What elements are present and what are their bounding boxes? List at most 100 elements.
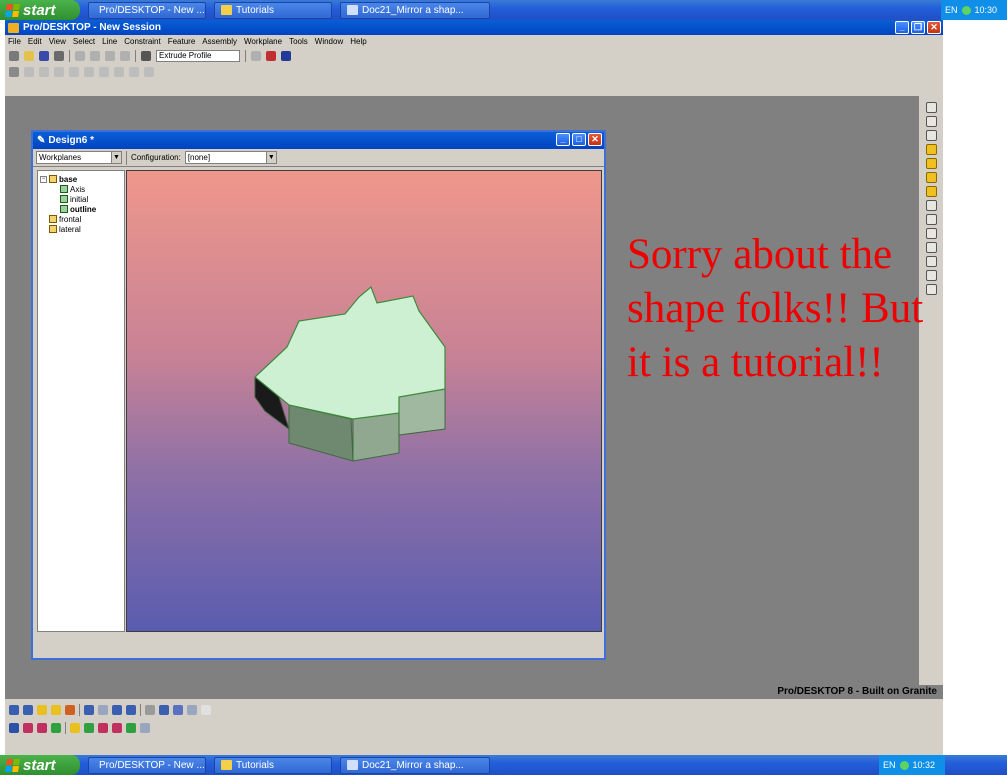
task-doc21[interactable]: Doc21_Mirror a shap... [340, 1, 490, 19]
sweep-icon[interactable] [925, 130, 937, 141]
task-doc21[interactable]: Doc21_Mirror a shap... [340, 756, 490, 774]
task-prodesktop[interactable]: Pro/DESKTOP - New ... [88, 1, 206, 19]
help-question-icon[interactable] [266, 51, 276, 61]
task-tutorials[interactable]: Tutorials [214, 1, 332, 19]
angle-tool-icon[interactable] [39, 67, 49, 77]
feature-i-icon[interactable] [126, 723, 136, 733]
chevron-down-icon[interactable]: ▼ [111, 152, 121, 163]
zoom-fit-icon[interactable] [84, 705, 94, 715]
menu-select[interactable]: Select [73, 37, 95, 46]
paste-icon[interactable] [105, 51, 115, 61]
close-button[interactable]: ✕ [927, 21, 941, 34]
design-maximize-button[interactable]: □ [572, 133, 586, 146]
3d-viewport[interactable] [126, 170, 602, 632]
view-iso-icon[interactable] [23, 705, 33, 715]
target-tool-icon[interactable] [84, 67, 94, 77]
menu-assembly[interactable]: Assembly [202, 37, 237, 46]
zoom-window-icon[interactable] [98, 705, 108, 715]
network-icon[interactable] [961, 5, 971, 15]
menu-line[interactable]: Line [102, 37, 117, 46]
tree-item-lateral[interactable]: lateral [40, 224, 122, 234]
undo-field[interactable]: Extrude Profile [156, 50, 240, 62]
new-workplane-icon[interactable] [925, 158, 937, 169]
design-minimize-button[interactable]: _ [556, 133, 570, 146]
parallel-tool-icon[interactable] [99, 67, 109, 77]
zoom-out-icon[interactable] [126, 705, 136, 715]
select-icon[interactable] [9, 67, 19, 77]
feature-a-icon[interactable] [9, 723, 19, 733]
clock[interactable]: 10:32 [913, 760, 936, 770]
start-button[interactable]: start [0, 0, 80, 20]
trim-icon[interactable] [925, 284, 937, 295]
task-tutorials[interactable]: Tutorials [214, 756, 332, 774]
fillet-tool-icon[interactable] [144, 67, 154, 77]
configuration-select[interactable]: [none] ▼ [184, 151, 277, 164]
pen-icon[interactable] [9, 51, 19, 61]
sketch-icon[interactable] [925, 186, 937, 197]
revolve-icon[interactable] [925, 116, 937, 127]
menu-tools[interactable]: Tools [289, 37, 308, 46]
spline-tool-icon[interactable] [129, 67, 139, 77]
shade-edges-icon[interactable] [51, 705, 61, 715]
tree-item-initial[interactable]: initial [40, 194, 122, 204]
rotate-icon[interactable] [145, 705, 155, 715]
arc-icon[interactable] [925, 256, 937, 267]
open-icon[interactable] [24, 51, 34, 61]
smiley-icon[interactable] [201, 705, 211, 715]
feature-j-icon[interactable] [140, 723, 150, 733]
feature-g-icon[interactable] [98, 723, 108, 733]
start-button[interactable]: start [0, 755, 80, 775]
copy-icon[interactable] [90, 51, 100, 61]
menu-file[interactable]: File [8, 37, 21, 46]
menu-window[interactable]: Window [315, 37, 343, 46]
line-icon[interactable] [925, 200, 937, 211]
context-help-icon[interactable] [281, 51, 291, 61]
circle-icon[interactable] [925, 214, 937, 225]
feature-f-icon[interactable] [84, 723, 94, 733]
help-topics-icon[interactable] [251, 51, 261, 61]
zoom-in-icon[interactable] [112, 705, 122, 715]
clock[interactable]: 10:30 [975, 5, 998, 15]
collapse-icon[interactable]: − [40, 175, 47, 183]
arc-tool-icon[interactable] [114, 67, 124, 77]
chevron-down-icon[interactable]: ▼ [265, 152, 276, 163]
menu-edit[interactable]: Edit [28, 37, 42, 46]
feature-c-icon[interactable] [37, 723, 47, 733]
save-icon[interactable] [39, 51, 49, 61]
ellipse-icon[interactable] [925, 242, 937, 253]
app-titlebar[interactable]: Pro/DESKTOP - New Session _ ❐ ✕ [5, 20, 943, 35]
language-indicator[interactable]: EN [883, 760, 896, 770]
tree-item-axis[interactable]: Axis [40, 184, 122, 194]
menu-workplane[interactable]: Workplane [244, 37, 282, 46]
offset-workplane-icon[interactable] [925, 172, 937, 183]
delete-icon[interactable] [120, 51, 130, 61]
workplanes-select[interactable]: Workplanes ▼ [36, 151, 122, 164]
tree-item-outline[interactable]: outline [40, 204, 122, 214]
feature-b-icon[interactable] [23, 723, 33, 733]
view-cube-icon[interactable] [9, 705, 19, 715]
workplane-icon[interactable] [925, 144, 937, 155]
feature-d-icon[interactable] [51, 723, 61, 733]
forward-icon[interactable] [187, 705, 197, 715]
diagonal-tool-icon[interactable] [54, 67, 64, 77]
menu-constraint[interactable]: Constraint [124, 37, 160, 46]
print-icon[interactable] [54, 51, 64, 61]
network-icon[interactable] [899, 760, 909, 770]
rectangle-icon[interactable] [925, 228, 937, 239]
menu-view[interactable]: View [49, 37, 66, 46]
circle-tool-icon[interactable] [69, 67, 79, 77]
extruded-shape[interactable] [127, 171, 601, 631]
back-icon[interactable] [173, 705, 183, 715]
render-icon[interactable] [65, 705, 75, 715]
line-tool-icon[interactable] [24, 67, 34, 77]
design-close-button[interactable]: ✕ [588, 133, 602, 146]
look-at-icon[interactable] [159, 705, 169, 715]
feature-h-icon[interactable] [112, 723, 122, 733]
shade-icon[interactable] [37, 705, 47, 715]
design-titlebar[interactable]: ✎ Design6 * _ □ ✕ [33, 132, 604, 149]
tree-item-base[interactable]: − base [40, 174, 122, 184]
undo-icon[interactable] [141, 51, 151, 61]
feature-e-icon[interactable] [70, 723, 80, 733]
task-prodesktop[interactable]: Pro/DESKTOP - New ... [88, 756, 206, 774]
spline-icon[interactable] [925, 270, 937, 281]
